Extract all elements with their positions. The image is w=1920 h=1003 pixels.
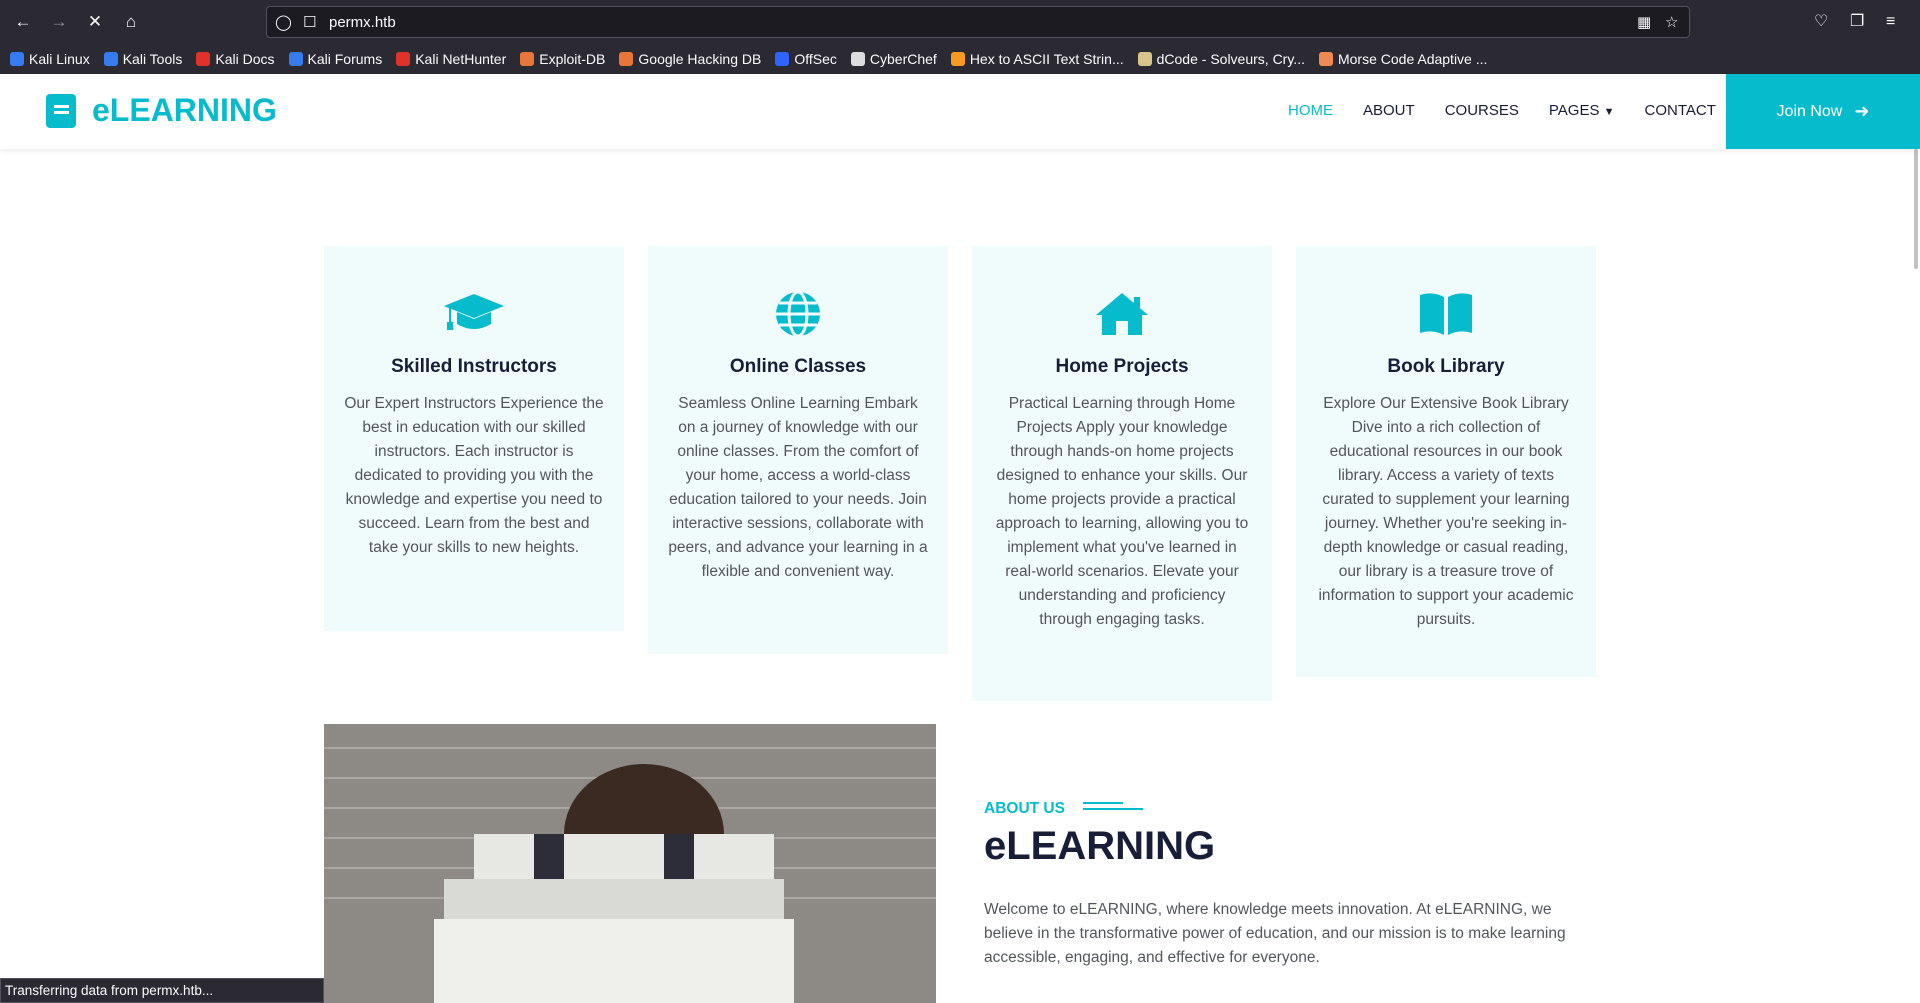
menu-icon[interactable]: ≡ [1886,11,1895,33]
bookmark-label: Kali Linux [29,51,90,67]
favicon-icon [1137,52,1152,66]
card-book-library: Book Library Explore Our Extensive Book … [1296,246,1596,677]
favicon-icon [288,52,303,66]
bookmark-item[interactable]: Kali NetHunter [396,51,506,67]
favicon-icon [396,52,411,66]
card-text: Our Expert Instructors Experience the be… [344,395,604,556]
menu-courses[interactable]: COURSES [1445,102,1519,119]
back-icon[interactable]: ← [12,11,34,33]
about-label-text: ABOUT US [984,800,1065,817]
address-bar[interactable]: ◯ ☐ permx.htb ▦ ☆ [266,6,1690,38]
main-menu: HOME ABOUT COURSES PAGES ▼ CONTACT [1288,102,1746,119]
bookmark-star-icon[interactable]: ☆ [1665,13,1678,33]
card-skilled-instructors: Skilled Instructors Our Expert Instructo… [324,246,624,631]
card-text: Practical Learning through Home Projects… [995,395,1249,628]
about-title: eLEARNING [984,824,1216,868]
bookmark-label: Kali NetHunter [415,51,507,67]
favicon-icon [520,52,535,66]
bookmark-item[interactable]: Kali Tools [103,51,183,67]
decor-line [1082,802,1143,810]
card-text: Seamless Online Learning Embark on a jou… [668,395,928,580]
about-text: Welcome to eLEARNING, where knowledge me… [984,901,1566,966]
favicon-icon [103,52,118,66]
bookmark-label: Morse Code Adaptive ... [1337,51,1488,67]
site-navbar: eLEARNING HOME ABOUT COURSES PAGES ▼ CON… [0,74,1920,149]
card-home-projects: Home Projects Practical Learning through… [972,246,1272,701]
favicon-icon [950,52,965,66]
favicon-icon [10,52,24,66]
favicon-icon [619,52,634,66]
home-icon[interactable]: ⌂ [120,11,142,33]
bookmark-label: Kali Forums [307,51,383,67]
card-title: Home Projects [1055,356,1189,377]
menu-pages-label: PAGES [1548,102,1600,119]
home-icon [992,286,1252,342]
stop-icon[interactable]: ✕ [84,11,106,33]
forward-icon[interactable]: → [48,11,70,33]
graduation-cap-icon [344,286,604,342]
bookmark-item[interactable]: Google Hacking DB [619,51,761,67]
card-text: Explore Our Extensive Book Library Dive … [1318,395,1574,628]
book-open-icon [1316,286,1576,342]
card-title: Online Classes [729,356,867,377]
bookmarks-bar: Kali Linux Kali Tools Kali Docs Kali Forums… [0,44,1920,74]
bookmark-item[interactable]: dCode - Solveurs, Cry... [1137,51,1305,67]
menu-home[interactable]: HOME [1288,102,1333,119]
bookmark-label: Kali Tools [122,51,183,67]
qr-code-icon[interactable]: ▦ [1637,13,1651,33]
bookmark-label: dCode - Solveurs, Cry... [1156,51,1305,67]
status-bar: Transferring data from permx.htb... [0,978,324,1003]
favicon-icon [850,52,865,66]
menu-contact[interactable]: CONTACT [1645,102,1716,119]
favicon-icon [196,52,211,66]
menu-about[interactable]: ABOUT [1363,102,1415,119]
bookmark-label: Google Hacking DB [638,51,762,67]
bookmark-label: CyberChef [869,51,937,67]
join-now-label: Join Now [1776,102,1843,120]
lock-icon[interactable]: ☐ [303,13,316,33]
scrollbar[interactable] [1914,149,1918,269]
bookmark-label: Exploit-DB [539,51,606,67]
book-icon [46,93,76,128]
browser-toolbar: ← → ✕ ⌂ ◯ ☐ permx.htb ▦ ☆ ♡ ❐ ≡ [0,0,1920,44]
site-logo[interactable]: eLEARNING [46,92,277,129]
bookmark-label: OffSec [794,51,837,67]
bookmark-item[interactable]: Kali Docs [196,51,275,67]
web-page: eLEARNING HOME ABOUT COURSES PAGES ▼ CON… [0,74,1920,1003]
card-title: Book Library [1387,356,1505,377]
chevron-down-icon: ▼ [1603,106,1615,118]
card-online-classes: Online Classes Seamless Online Learning … [648,246,948,654]
favicon-icon [1318,52,1333,66]
favicon-icon [775,52,790,66]
shield-icon[interactable]: ◯ [275,13,292,33]
globe-icon [668,286,928,342]
arrow-right-icon: ➜ [1854,101,1870,121]
bookmark-label: Hex to ASCII Text Strin... [969,51,1124,67]
bookmark-label: Kali Docs [215,51,275,67]
bookmark-item[interactable]: Kali Linux [10,51,90,67]
about-us-label: ABOUT US [984,800,1143,818]
join-now-button[interactable]: Join Now ➜ [1726,74,1920,149]
bookmark-item[interactable]: CyberChef [850,51,937,67]
extensions-icon[interactable]: ❐ [1850,11,1864,33]
bookmark-item[interactable]: Hex to ASCII Text Strin... [950,51,1124,67]
bookmark-item[interactable]: Kali Forums [288,51,383,67]
bookmark-item[interactable]: Morse Code Adaptive ... [1318,51,1488,67]
bookmark-item[interactable]: Exploit-DB [520,51,605,67]
url-text[interactable]: permx.htb [329,14,396,31]
card-title: Skilled Instructors [391,356,557,377]
logo-text: eLEARNING [92,92,277,128]
about-image [324,724,936,1003]
pocket-icon[interactable]: ♡ [1814,11,1828,33]
bookmark-item[interactable]: OffSec [775,51,837,67]
menu-pages[interactable]: PAGES ▼ [1549,102,1615,119]
